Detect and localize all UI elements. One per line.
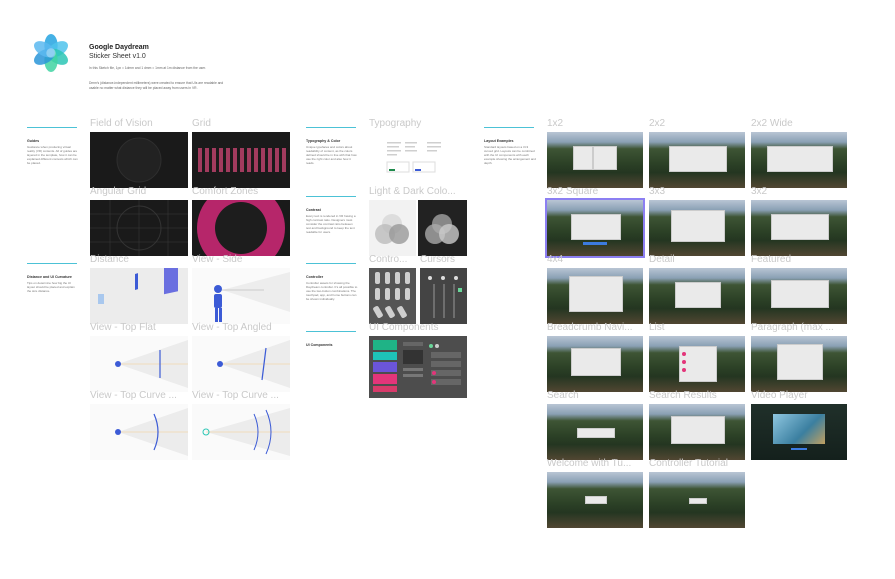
guides-body: Guidance when producing virtual reality … bbox=[27, 145, 78, 166]
layout-label: Welcome with Tu... bbox=[547, 458, 632, 469]
layout-featured-thumbnail[interactable] bbox=[751, 268, 847, 324]
light-dark-colors-thumbnail[interactable] bbox=[369, 200, 467, 256]
controller-body: Controller assets for showing the Daydre… bbox=[306, 281, 358, 302]
thumb-label: View - Top Flat bbox=[90, 322, 156, 333]
layout-3x2-thumbnail[interactable] bbox=[751, 200, 847, 256]
typography-thumbnail[interactable] bbox=[369, 132, 467, 188]
view-top-angled-thumbnail[interactable] bbox=[192, 336, 290, 392]
typography-heading: Typography & Color bbox=[306, 139, 341, 143]
layout-label: 1x2 bbox=[547, 118, 564, 129]
layout-3x2-square-thumbnail[interactable] bbox=[545, 198, 645, 258]
angular-grid-thumbnail[interactable] bbox=[90, 200, 188, 256]
view-top-curve-2-thumbnail[interactable] bbox=[192, 404, 290, 460]
layout-label: Search Results bbox=[649, 390, 717, 401]
thumb-label: Contro... bbox=[369, 254, 408, 265]
intro-paragraph-2: Dmm's (distance-independent millimeters)… bbox=[89, 81, 224, 90]
ui-components-heading: UI Components bbox=[306, 343, 333, 347]
contrast-body: Every text is rendered in VR having a hi… bbox=[306, 214, 356, 235]
layout-welcome-tutorial-thumbnail[interactable] bbox=[547, 472, 643, 528]
page-subtitle: Sticker Sheet v1.0 bbox=[89, 53, 146, 60]
thumb-label: Angular Grid bbox=[90, 186, 147, 197]
view-side-thumbnail[interactable] bbox=[192, 268, 290, 324]
layout-examples-heading: Layout Examples bbox=[484, 139, 514, 143]
section-divider bbox=[306, 331, 356, 332]
grid-thumbnail[interactable] bbox=[192, 132, 290, 188]
controllers-thumbnail[interactable] bbox=[369, 268, 416, 324]
layout-detail-thumbnail[interactable] bbox=[649, 268, 745, 324]
section-divider bbox=[484, 127, 534, 128]
layout-label: Detail bbox=[649, 254, 675, 265]
layout-list-thumbnail[interactable] bbox=[649, 336, 745, 392]
thumb-label: View - Top Angled bbox=[192, 322, 272, 333]
contrast-heading: Contrast bbox=[306, 208, 321, 212]
section-divider bbox=[306, 263, 356, 264]
layout-video-player-thumbnail[interactable] bbox=[751, 404, 847, 460]
comfort-zones-thumbnail[interactable] bbox=[192, 200, 290, 256]
ui-components-thumbnail[interactable] bbox=[369, 336, 467, 398]
thumb-label: View - Side bbox=[192, 254, 243, 265]
thumb-label: Typography bbox=[369, 118, 422, 129]
layout-breadcrumb-thumbnail[interactable] bbox=[547, 336, 643, 392]
layout-examples-body: Standard layouts based on a 3×3 curved g… bbox=[484, 145, 536, 166]
cursor-icon bbox=[428, 276, 462, 318]
guides-heading: Guides bbox=[27, 139, 40, 143]
thumb-label: Cursors bbox=[420, 254, 456, 265]
layout-label: Breadcrumb Navi... bbox=[547, 322, 633, 333]
layout-label: Paragraph (max ... bbox=[751, 322, 834, 333]
layout-3x3-thumbnail[interactable] bbox=[649, 200, 745, 256]
thumb-label: Field of Vision bbox=[90, 118, 153, 129]
layout-label: Featured bbox=[751, 254, 792, 265]
layout-label: 4x4 bbox=[547, 254, 564, 265]
view-top-curve-1-thumbnail[interactable] bbox=[90, 404, 188, 460]
layout-search-thumbnail[interactable] bbox=[547, 404, 643, 460]
intro-paragraph-1: In this Sketch file, 1px = 1dmm and 1 dm… bbox=[89, 66, 206, 70]
section-divider bbox=[27, 127, 77, 128]
layout-label: Search bbox=[547, 390, 579, 401]
layout-label: 3x2 bbox=[751, 186, 768, 197]
section-divider bbox=[306, 127, 356, 128]
layout-2x2-thumbnail[interactable] bbox=[649, 132, 745, 188]
layout-label: 3x3 bbox=[649, 186, 666, 197]
view-top-flat-thumbnail[interactable] bbox=[90, 336, 188, 392]
thumb-label: UI Components bbox=[369, 322, 439, 333]
layout-controller-tutorial-thumbnail[interactable] bbox=[649, 472, 745, 528]
layout-2x2-wide-thumbnail[interactable] bbox=[751, 132, 847, 188]
layout-search-results-thumbnail[interactable] bbox=[649, 404, 745, 460]
layout-paragraph-thumbnail[interactable] bbox=[751, 336, 847, 392]
distance-heading: Distance and UI Curvature bbox=[27, 275, 72, 279]
thumb-label: Grid bbox=[192, 118, 211, 129]
section-divider bbox=[27, 263, 77, 264]
layout-1x2-thumbnail[interactable] bbox=[547, 132, 643, 188]
distance-thumbnail[interactable] bbox=[90, 268, 188, 324]
layout-label: 2x2 Wide bbox=[751, 118, 793, 129]
thumb-label: Comfort Zones bbox=[192, 186, 259, 197]
thumb-label: View - Top Curve ... bbox=[192, 390, 279, 401]
person-icon bbox=[214, 285, 222, 322]
page-title: Google Daydream bbox=[89, 44, 149, 51]
layout-label: Video Player bbox=[751, 390, 808, 401]
typography-body: Unique typefaces and colors about readab… bbox=[306, 145, 357, 166]
thumb-label: View - Top Curve ... bbox=[90, 390, 177, 401]
controller-icon bbox=[373, 272, 410, 318]
layout-4x4-thumbnail[interactable] bbox=[547, 268, 643, 324]
daydream-logo-icon bbox=[34, 34, 68, 72]
controller-heading: Controller bbox=[306, 275, 324, 279]
layout-label: List bbox=[649, 322, 665, 333]
thumb-label: Distance bbox=[90, 254, 129, 265]
fov-thumbnail[interactable] bbox=[90, 132, 188, 188]
thumb-label: Light & Dark Colo... bbox=[369, 186, 456, 197]
distance-body: Tips on determine how big the UI layout … bbox=[27, 281, 75, 294]
layout-label: Controller Tutorial bbox=[649, 458, 728, 469]
cursors-thumbnail[interactable] bbox=[420, 268, 467, 324]
layout-label: 3x2 Square bbox=[547, 186, 599, 197]
section-divider bbox=[306, 196, 356, 197]
layout-label: 2x2 bbox=[649, 118, 666, 129]
